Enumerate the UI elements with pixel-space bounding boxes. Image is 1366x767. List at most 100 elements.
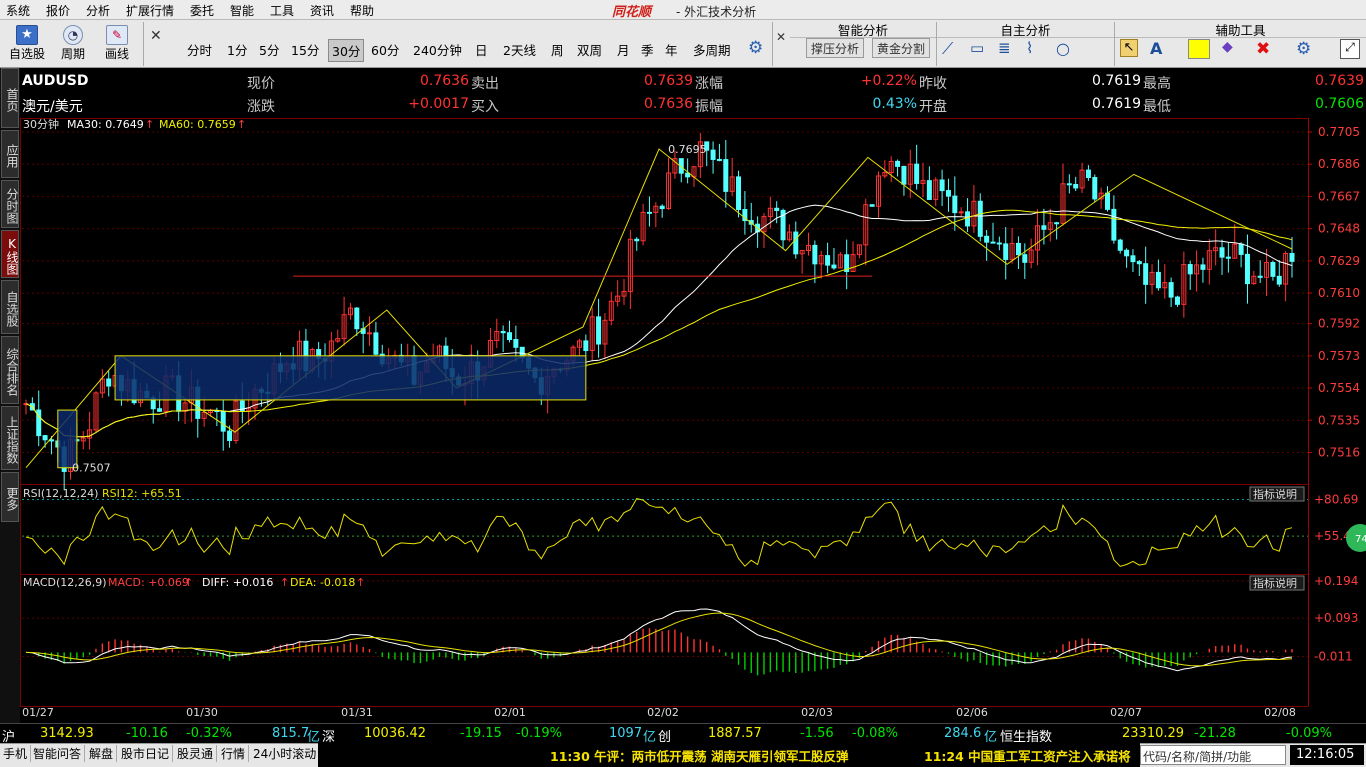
text-tool-icon[interactable]: A	[1150, 39, 1168, 58]
period-tab-3[interactable]: 15分	[288, 39, 322, 60]
support-resistance-button[interactable]: 撑压分析	[806, 38, 865, 58]
small-box-drawing[interactable]	[57, 409, 78, 469]
menu-help[interactable]: 帮助	[350, 2, 374, 19]
hs-change: -21.28	[1194, 726, 1236, 741]
bottom-button-5[interactable]: 行情	[218, 745, 250, 762]
candle-body	[1155, 271, 1161, 289]
candle-body	[1111, 208, 1117, 241]
wave-tool-icon[interactable]: ⌇	[1026, 39, 1044, 57]
period-tab-14[interactable]: 多周期	[690, 39, 734, 60]
search-input[interactable]: 代码/名称/简拼/功能	[1140, 745, 1286, 765]
candle-body	[984, 235, 990, 243]
up-arrow-icon: ↑	[280, 576, 289, 589]
menu-analysis[interactable]: 分析	[86, 2, 110, 19]
line-tool-icon[interactable]: ⟋	[942, 39, 960, 58]
left-tab-0[interactable]: 首页	[1, 68, 19, 128]
period-tab-9[interactable]: 周	[548, 39, 567, 60]
bottom-button-0[interactable]: 手机	[0, 745, 32, 762]
circle-tool-icon[interactable]: ○	[1056, 39, 1074, 58]
period-tab-4[interactable]: 30分	[328, 39, 365, 62]
rectangle-tool-icon[interactable]: ▭	[970, 39, 988, 57]
period-tab-7[interactable]: 日	[472, 39, 491, 60]
left-tab-4[interactable]: 自选股	[1, 280, 19, 334]
left-tab-5[interactable]: 综合排名	[1, 336, 19, 404]
left-tab-6[interactable]: 上证指数	[1, 406, 19, 470]
channel-tool-icon[interactable]: ≣	[998, 39, 1016, 57]
menu-order[interactable]: 委托	[190, 2, 214, 19]
candle-body	[945, 190, 951, 197]
bottom-button-3[interactable]: 股市日记	[118, 745, 174, 762]
candle-body	[1200, 264, 1206, 270]
main-y-tick-label: 0.7648	[1318, 222, 1360, 236]
period-tab-5[interactable]: 60分	[368, 39, 402, 60]
period-tab-6[interactable]: 240分钟	[410, 39, 465, 60]
menu-tools[interactable]: 工具	[270, 2, 294, 19]
bottom-button-4[interactable]: 股灵通	[174, 745, 218, 762]
rsi-label: RSI(12,12,24)	[23, 487, 98, 500]
period-button[interactable]: ◔ 周期	[54, 25, 92, 62]
x-tick-label: 01/31	[341, 706, 373, 719]
news-item-1[interactable]: 11:30 午评：两市低开震荡 湖南天雁引领军工股反弹	[550, 746, 849, 765]
period-tab-0[interactable]: 分时	[184, 39, 215, 60]
period-tab-8[interactable]: 2天线	[500, 39, 539, 60]
period-tab-10[interactable]: 双周	[574, 39, 605, 60]
range-box-drawing[interactable]	[114, 355, 587, 401]
watchlist-button[interactable]: ★ 自选股	[8, 25, 46, 62]
candle-body	[367, 332, 373, 335]
cy-price: 1887.57	[708, 726, 762, 741]
left-tab-1[interactable]: 应用	[1, 130, 19, 178]
menu-extended[interactable]: 扩展行情	[126, 2, 174, 19]
left-tab-2[interactable]: 分时图	[1, 180, 19, 228]
period-tab-12[interactable]: 季	[638, 39, 657, 60]
expand-icon[interactable]: ⤢	[1340, 39, 1360, 59]
news-item-2[interactable]: 11:24 中国重工军工资产注入承诺将	[924, 746, 1131, 765]
main-y-tick-label: 0.7573	[1318, 349, 1360, 363]
candle-body	[227, 430, 233, 442]
clock: 12:16:05	[1290, 745, 1364, 765]
period-tab-2[interactable]: 5分	[256, 39, 282, 60]
rsi-indicator-help-label: 指标说明	[1253, 487, 1297, 501]
bottom-button-1[interactable]: 智能问答	[30, 745, 86, 762]
quote-label: 昨收	[919, 76, 947, 92]
quote-label: 买入	[471, 99, 499, 115]
candle-body	[506, 332, 512, 341]
menu-news[interactable]: 资讯	[310, 2, 334, 19]
bottom-button-6[interactable]: 24小时滚动	[250, 745, 321, 762]
menu-smart[interactable]: 智能	[230, 2, 254, 19]
price-annotation-1: 0.7507	[72, 462, 111, 475]
period-tab-13[interactable]: 年	[662, 39, 681, 60]
golden-section-button[interactable]: 黄金分割	[872, 38, 931, 58]
macd-legend-macd: MACD: +0.069	[108, 576, 189, 589]
chart-area[interactable]: 0.7705 0.7686 0.7667 0.7648 0.7629 0.7610 0.75…	[20, 118, 1366, 723]
quote-value: 0.7606	[1315, 96, 1364, 112]
delete-mode-icon[interactable]: ◆	[1222, 39, 1240, 57]
bottom-button-2[interactable]: 解盘	[86, 745, 118, 762]
menu-system[interactable]: 系统	[6, 2, 30, 19]
draw-button[interactable]: ✎ 画线	[98, 25, 136, 62]
candle-body	[596, 316, 602, 345]
period-tab-1[interactable]: 1分	[224, 39, 250, 60]
cursor-icon[interactable]: ↖	[1120, 39, 1138, 57]
x-tick-label: 01/27	[22, 706, 54, 719]
close-icon[interactable]: ✕	[150, 28, 168, 46]
quote-value: 0.7619	[1092, 73, 1141, 89]
chart-period-label: 30分钟	[23, 118, 59, 131]
left-tab-3[interactable]: K线图	[1, 230, 19, 278]
period-label: 周期	[60, 47, 85, 61]
candle-body	[1238, 243, 1244, 255]
period-tab-11[interactable]: 月	[614, 39, 633, 60]
news-ticker[interactable]: 11:30 午评：两市低开震荡 湖南天雁引领军工股反弹 11:24 中国重工军工…	[318, 743, 1140, 767]
menu-quote[interactable]: 报价	[46, 2, 70, 19]
gear-icon[interactable]: ⚙	[748, 38, 766, 58]
left-tab-7[interactable]: 更多	[1, 472, 19, 522]
settings-icon[interactable]: ⚙	[1296, 39, 1314, 59]
cy-amount: 284.6	[944, 726, 982, 741]
delete-icon[interactable]: ✖	[1256, 39, 1274, 59]
star-icon: ★	[16, 25, 38, 45]
candle-body	[1117, 239, 1123, 251]
candle-body	[1041, 225, 1047, 230]
quote-value: +0.22%	[860, 73, 917, 89]
color-swatch-icon[interactable]	[1188, 39, 1210, 59]
candle-body	[220, 410, 226, 432]
candle-body	[1022, 254, 1028, 263]
